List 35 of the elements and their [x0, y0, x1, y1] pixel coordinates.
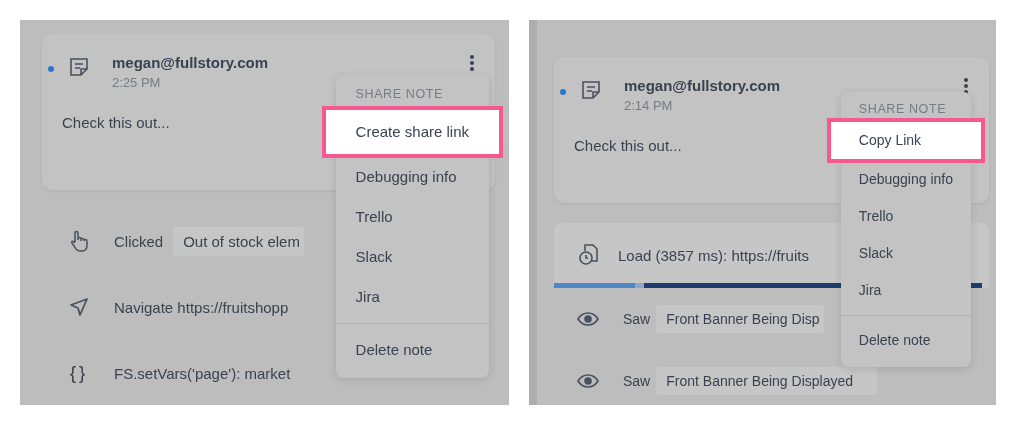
- note-author: megan@fullstory.com: [624, 77, 781, 94]
- menu-item[interactable]: Debugging info: [840, 161, 971, 198]
- note-text: Check this out...: [574, 137, 682, 154]
- element-chip[interactable]: Front Banner Being Displayed: [656, 367, 877, 395]
- event-text: Navigate https://fruitshopp: [114, 298, 289, 316]
- menu-item[interactable]: Trello: [335, 197, 489, 237]
- element-chip[interactable]: Out of stock elem: [173, 226, 304, 256]
- menu-item[interactable]: Slack: [335, 237, 489, 277]
- note-icon: [580, 79, 602, 101]
- more-icon[interactable]: [963, 77, 969, 95]
- event-verb: Saw: [623, 311, 651, 327]
- eye-icon: [577, 312, 599, 326]
- menu-item[interactable]: Jira: [335, 277, 489, 317]
- page-load-icon: [578, 243, 598, 265]
- menu-item[interactable]: Debugging info: [335, 157, 489, 197]
- braces-glyph: {}: [69, 362, 89, 384]
- note-time: 2:25 PM: [112, 75, 161, 90]
- menu-item[interactable]: Delete note: [335, 330, 489, 370]
- hand-pointer-icon: [69, 230, 89, 252]
- menu-header: SHARE NOTE: [354, 87, 444, 103]
- event-verb: Clicked: [114, 232, 164, 250]
- note-icon: [68, 56, 90, 78]
- note-time: 2:14 PM: [624, 98, 673, 113]
- note-text: Check this out...: [62, 114, 170, 131]
- event-verb: Saw: [623, 373, 651, 389]
- element-chip[interactable]: Front Banner Being Disp: [656, 305, 824, 333]
- eye-icon: [577, 374, 599, 388]
- event-text: FS.setVars('page'): market: [114, 364, 291, 382]
- menu-item[interactable]: Delete note: [840, 322, 971, 359]
- note-author: megan@fullstory.com: [112, 54, 269, 71]
- menu-item[interactable]: Slack: [840, 235, 971, 272]
- event-text: Load (3857 ms): https://fruits: [618, 247, 809, 264]
- menu-header: SHARE NOTE: [857, 102, 948, 118]
- more-icon[interactable]: [469, 54, 475, 72]
- navigation-arrow-icon: [69, 297, 89, 317]
